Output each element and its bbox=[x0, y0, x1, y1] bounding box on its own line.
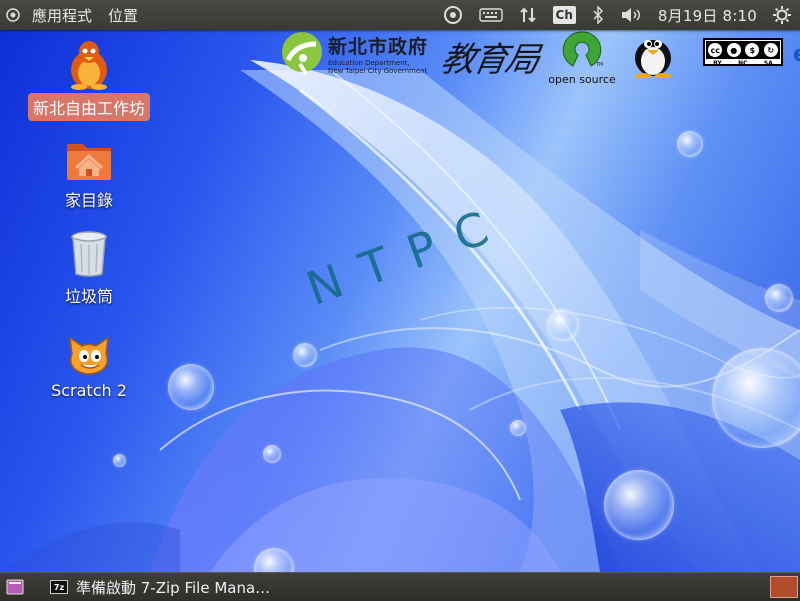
network-arrows-icon[interactable] bbox=[519, 0, 537, 30]
taskbar-item-7zip[interactable]: 7z 準備啟動 7-Zip File Mana… bbox=[34, 575, 298, 599]
open-source-keyhole-icon: TM bbox=[562, 31, 603, 68]
ubuntu-logo-icon[interactable] bbox=[6, 8, 20, 22]
ntpc-name-cn: 新北市政府 bbox=[328, 35, 429, 58]
ntpc-name-en-1: Education Department, bbox=[328, 58, 410, 67]
cc-nc-icon: $ bbox=[745, 43, 760, 57]
desktop[interactable]: NTPC 新北市政府 Education Department, New Tai… bbox=[0, 30, 800, 572]
wallpaper-bubble bbox=[113, 454, 126, 467]
ubuntu-one-icon[interactable] bbox=[443, 0, 463, 30]
wallpaper-bubble bbox=[765, 284, 793, 312]
cc-icon: cc bbox=[708, 43, 723, 57]
wallpaper-bubble bbox=[547, 309, 579, 341]
applications-menu[interactable]: 應用程式 bbox=[28, 5, 96, 26]
volume-icon[interactable] bbox=[620, 0, 642, 30]
7zip-icon: 7z bbox=[50, 580, 68, 594]
taskbar-item-label: 準備啟動 7-Zip File Mana… bbox=[76, 578, 271, 597]
cc-tag-by: BY bbox=[713, 60, 722, 67]
wallpaper-bubble bbox=[293, 343, 317, 367]
workspace-switcher[interactable] bbox=[770, 576, 798, 598]
ntpc-logo: 新北市政府 Education Department, New Taipei C… bbox=[280, 30, 428, 76]
desktop-icon-home[interactable]: 家目錄 bbox=[14, 138, 164, 213]
desktop-icon-label: 新北自由工作坊 bbox=[27, 93, 150, 121]
open-source-tm: TM bbox=[595, 62, 603, 68]
open-source-text: open source bbox=[548, 73, 616, 86]
cc-sa-icon: ↻ bbox=[763, 43, 778, 57]
desktop-icon-label: 家目錄 bbox=[64, 191, 113, 210]
home-folder-icon bbox=[67, 144, 111, 180]
cc-tag-sa: SA bbox=[763, 60, 773, 67]
open-source-logo: TM open source bbox=[548, 30, 616, 86]
tux-icon bbox=[71, 41, 107, 90]
cc-by-icon: ● bbox=[726, 43, 741, 57]
desktop-icon-trash[interactable]: 垃圾筒 bbox=[14, 230, 164, 309]
desktop-icon-scratch[interactable]: Scratch 2 bbox=[14, 336, 164, 402]
ntpc-name-en-2: New Taipei City Government bbox=[328, 66, 428, 75]
wallpaper-bubble bbox=[168, 364, 214, 410]
desktop-icon-label: Scratch 2 bbox=[51, 381, 127, 400]
scratch-cat-icon bbox=[69, 336, 109, 375]
cc-tag-nc: NC bbox=[738, 60, 748, 67]
clock[interactable]: 8月19日 8:10 bbox=[658, 0, 757, 30]
trash-icon bbox=[71, 231, 107, 277]
gear-icon[interactable] bbox=[773, 0, 791, 30]
show-desktop-icon[interactable] bbox=[6, 579, 24, 595]
input-method-icon[interactable]: Ch bbox=[552, 0, 576, 30]
wallpaper-bubble bbox=[604, 470, 674, 540]
wallpaper-bubble bbox=[677, 131, 703, 157]
education-bureau-calligraphy: 教育局 bbox=[437, 40, 541, 80]
cut-off-logo-letter: e bbox=[793, 42, 800, 67]
wallpaper-bubble bbox=[263, 445, 281, 463]
desktop-icon-label: 垃圾筒 bbox=[64, 287, 113, 306]
bottom-panel: 7z 準備啟動 7-Zip File Mana… bbox=[0, 572, 800, 601]
keyboard-icon[interactable] bbox=[478, 0, 503, 30]
ntpc-logo-names: 新北市政府 Education Department, New Taipei C… bbox=[328, 32, 428, 75]
places-menu[interactable]: 位置 bbox=[104, 5, 142, 26]
ntpc-emblem-icon bbox=[282, 32, 322, 76]
bluetooth-icon[interactable] bbox=[592, 0, 604, 30]
desktop-icon-ntpc-workshop[interactable]: 新北自由工作坊 bbox=[14, 40, 164, 121]
wallpaper-bubble bbox=[510, 420, 526, 436]
tux-logo-icon bbox=[628, 30, 678, 82]
creative-commons-badge: cc ● $ ↻ BY NC SA bbox=[703, 38, 783, 67]
top-panel: 應用程式 位置 Ch 8月19日 8:10 bbox=[0, 0, 800, 30]
